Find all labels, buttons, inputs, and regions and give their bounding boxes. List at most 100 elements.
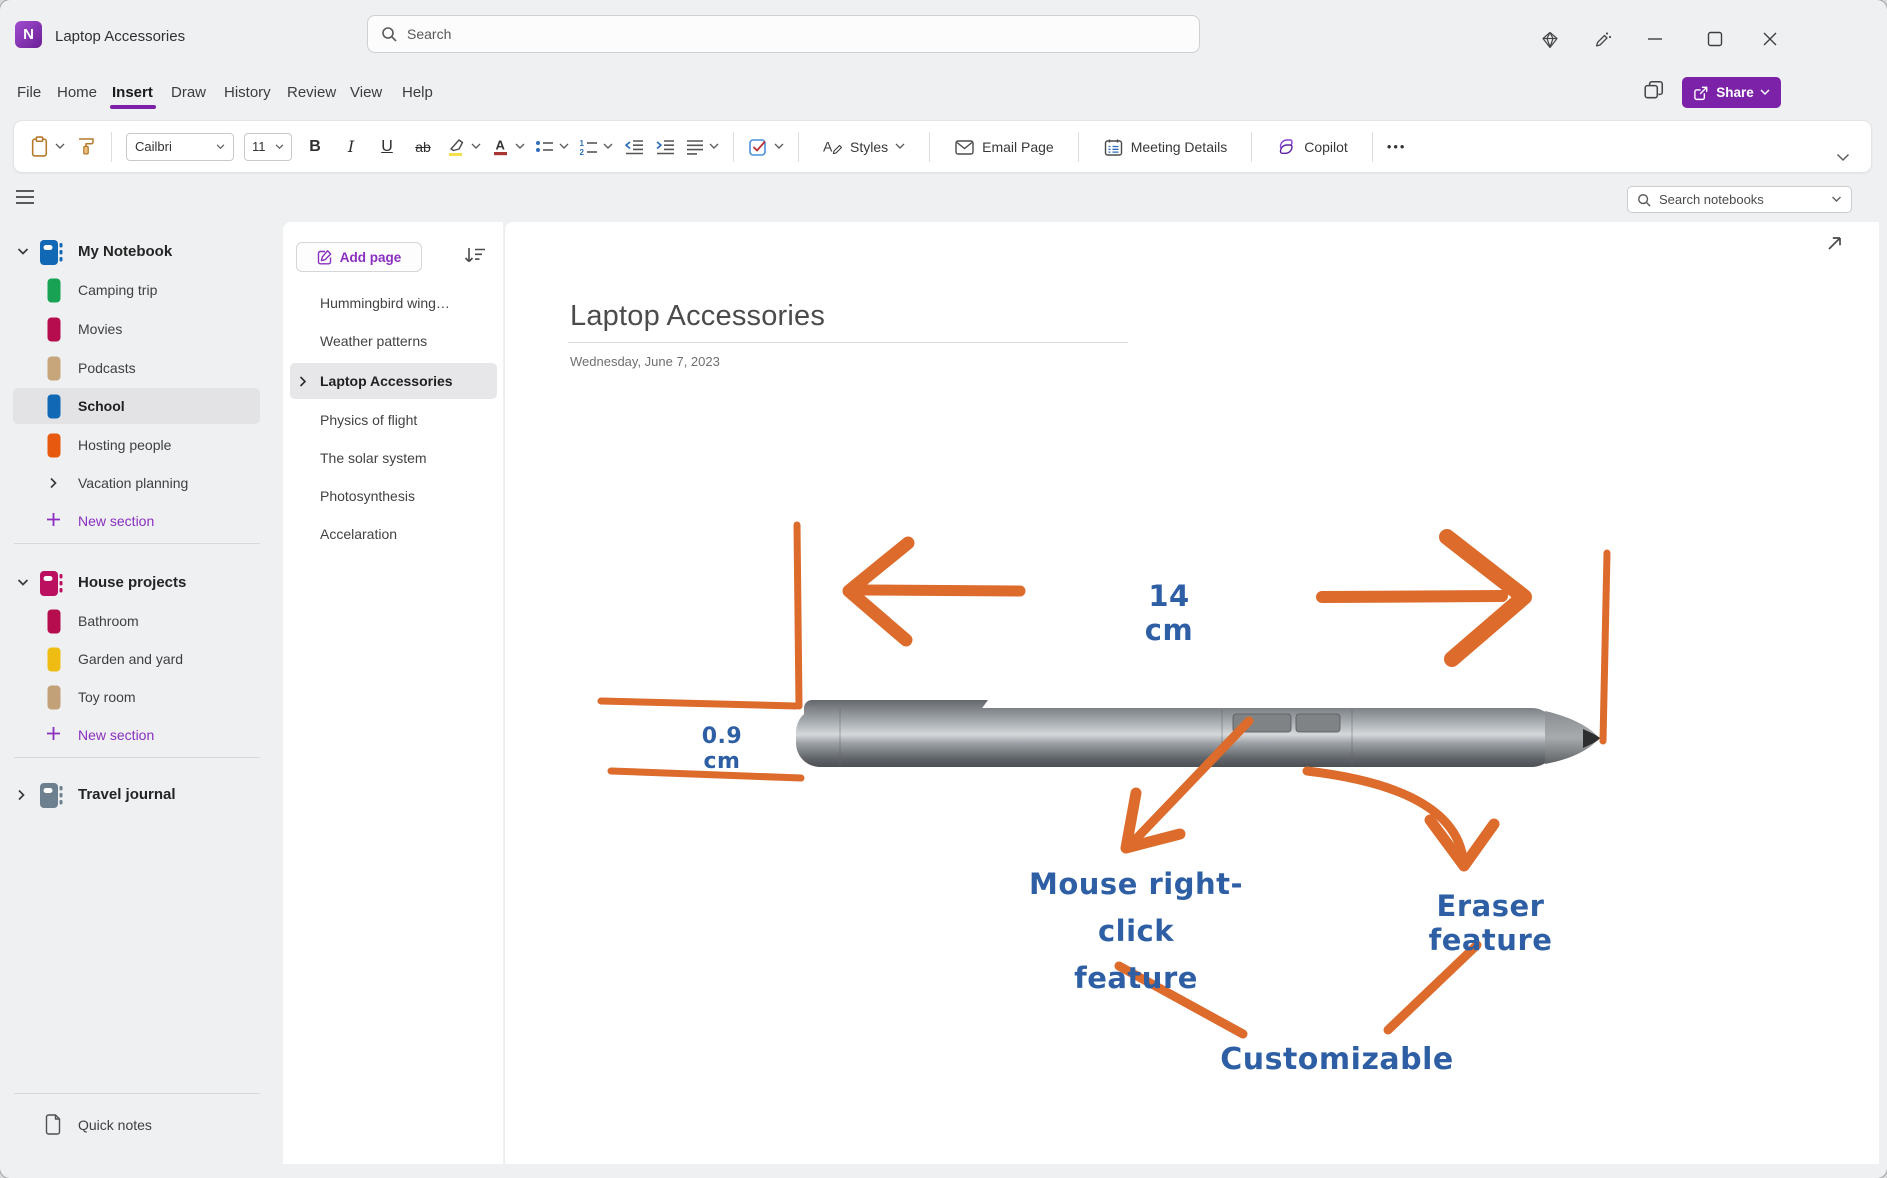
- chevron-down-icon: [471, 143, 481, 150]
- chevron-down-icon: [17, 578, 29, 587]
- menu-review[interactable]: Review: [287, 84, 336, 101]
- sidebar-section-garden-and-yard[interactable]: Garden and yard: [0, 644, 283, 674]
- section-tab-icon: [47, 609, 61, 634]
- font-name-value: Cailbri: [135, 139, 172, 154]
- page-item[interactable]: Photosynthesis: [290, 478, 497, 514]
- font-color-button[interactable]: A: [491, 137, 525, 157]
- menu-home[interactable]: Home: [57, 84, 97, 101]
- sidebar-section-school[interactable]: School: [0, 391, 283, 421]
- ink-label-mouse-feature[interactable]: Mouse right-click feature: [1008, 861, 1264, 1002]
- bullet-list-button[interactable]: [535, 138, 569, 155]
- strikethrough-button[interactable]: ab: [410, 139, 436, 155]
- font-name-select[interactable]: Cailbri: [126, 133, 234, 161]
- maximize-button[interactable]: [1700, 24, 1730, 54]
- font-color-icon: A: [491, 137, 510, 157]
- quick-notes-button[interactable]: Quick notes: [0, 1110, 283, 1140]
- sidebar-notebook-my-notebook[interactable]: My Notebook: [0, 237, 283, 267]
- alignment-button[interactable]: [685, 138, 719, 156]
- sidebar-section-bathroom[interactable]: Bathroom: [0, 606, 283, 636]
- page-item[interactable]: The solar system: [290, 440, 497, 476]
- increase-indent-button[interactable]: [654, 137, 675, 157]
- ink-label-customizable[interactable]: Customizable: [1212, 1042, 1462, 1077]
- quick-notes-page-icon: [44, 1114, 62, 1135]
- page-item-selected[interactable]: Laptop Accessories: [290, 363, 497, 399]
- styles-button[interactable]: A Styles: [813, 138, 915, 155]
- rewards-diamond-icon[interactable]: [1535, 25, 1565, 55]
- navigation-menu-icon[interactable]: [16, 190, 34, 204]
- new-section-button[interactable]: New section: [0, 506, 283, 536]
- ribbon-toolbar: Cailbri 11 B I U ab A: [13, 120, 1872, 173]
- drawing-area: [503, 222, 1879, 1164]
- ink-label-length[interactable]: 14 cm: [1124, 579, 1214, 647]
- page-item[interactable]: Physics of flight: [290, 402, 497, 438]
- sidebar-group-vacation-planning[interactable]: Vacation planning: [0, 468, 283, 498]
- italic-button[interactable]: I: [338, 137, 364, 156]
- section-tab-icon: [47, 647, 61, 672]
- menu-draw[interactable]: Draw: [171, 84, 206, 101]
- page-item[interactable]: Accelaration: [290, 516, 497, 552]
- sort-pages-icon[interactable]: [464, 246, 486, 264]
- numbered-list-icon: 1 2: [579, 138, 598, 156]
- active-tab-underline: [110, 105, 156, 109]
- sidebar-notebook-travel-journal[interactable]: Travel journal: [0, 780, 283, 810]
- section-tab-icon: [47, 685, 61, 710]
- docking-copies-icon[interactable]: [1643, 79, 1665, 101]
- chevron-down-icon: [559, 143, 569, 150]
- menu-view[interactable]: View: [350, 84, 382, 101]
- sidebar-notebook-house-projects[interactable]: House projects: [0, 568, 283, 598]
- meeting-calendar-icon: [1103, 137, 1124, 157]
- email-page-button[interactable]: Email Page: [944, 137, 1064, 157]
- stylus-pen-image[interactable]: [796, 700, 1600, 767]
- decrease-indent-icon: [623, 137, 644, 157]
- bold-button[interactable]: B: [302, 138, 328, 156]
- format-painter-button[interactable]: [75, 136, 97, 157]
- menu-history[interactable]: History: [224, 84, 271, 101]
- add-page-button[interactable]: Add page: [296, 242, 422, 272]
- chevron-down-icon: [515, 143, 525, 150]
- underline-button[interactable]: U: [374, 138, 400, 156]
- search-notebooks-input[interactable]: Search notebooks: [1627, 186, 1852, 213]
- ribbon-collapse-chevron[interactable]: [1836, 153, 1850, 162]
- alignment-icon: [685, 138, 704, 156]
- section-tab-icon: [47, 394, 61, 419]
- chevron-right-icon: [17, 789, 26, 801]
- onenote-app-icon: N: [15, 21, 42, 48]
- chevron-down-icon: [275, 144, 284, 150]
- page-item[interactable]: Weather patterns: [290, 323, 497, 359]
- meeting-details-button[interactable]: Meeting Details: [1093, 137, 1238, 157]
- feedback-pen-icon[interactable]: [1587, 25, 1617, 55]
- menu-file[interactable]: File: [17, 84, 41, 101]
- sidebar-section-hosting-people[interactable]: Hosting people: [0, 430, 283, 460]
- paste-icon: [30, 136, 50, 158]
- highlighter-button[interactable]: [446, 137, 481, 157]
- chevron-down-icon: [709, 143, 719, 150]
- paste-button[interactable]: [30, 136, 65, 158]
- svg-text:A: A: [496, 137, 506, 152]
- copilot-label: Copilot: [1304, 139, 1348, 155]
- sidebar-divider: [14, 757, 260, 758]
- sidebar-section-movies[interactable]: Movies: [0, 314, 283, 344]
- todo-tag-button[interactable]: [748, 136, 784, 157]
- menu-help[interactable]: Help: [402, 84, 433, 101]
- sidebar-section-podcasts[interactable]: Podcasts: [0, 353, 283, 383]
- styles-label: Styles: [850, 139, 888, 155]
- minimize-button[interactable]: [1640, 24, 1670, 54]
- sidebar-section-toy-room[interactable]: Toy room: [0, 682, 283, 712]
- copilot-button[interactable]: Copilot: [1266, 136, 1358, 157]
- menu-insert[interactable]: Insert: [112, 84, 153, 101]
- new-section-button[interactable]: New section: [0, 720, 283, 750]
- sidebar-section-camping-trip[interactable]: Camping trip: [0, 275, 283, 305]
- ink-label-eraser-feature[interactable]: Eraser feature: [1378, 889, 1603, 957]
- format-painter-icon: [75, 136, 97, 157]
- numbered-list-button[interactable]: 1 2: [579, 138, 613, 156]
- font-size-select[interactable]: 11: [244, 133, 292, 161]
- more-options-button[interactable]: •••: [1387, 139, 1407, 154]
- bullet-list-icon: [535, 138, 554, 155]
- decrease-indent-button[interactable]: [623, 137, 644, 157]
- search-input[interactable]: Search: [367, 15, 1200, 53]
- ink-label-diameter[interactable]: 0.9 cm: [682, 724, 762, 774]
- close-button[interactable]: [1755, 24, 1785, 54]
- share-button[interactable]: Share: [1682, 77, 1781, 108]
- page-item[interactable]: Hummingbird wing…: [290, 285, 497, 321]
- search-placeholder: Search: [407, 26, 451, 42]
